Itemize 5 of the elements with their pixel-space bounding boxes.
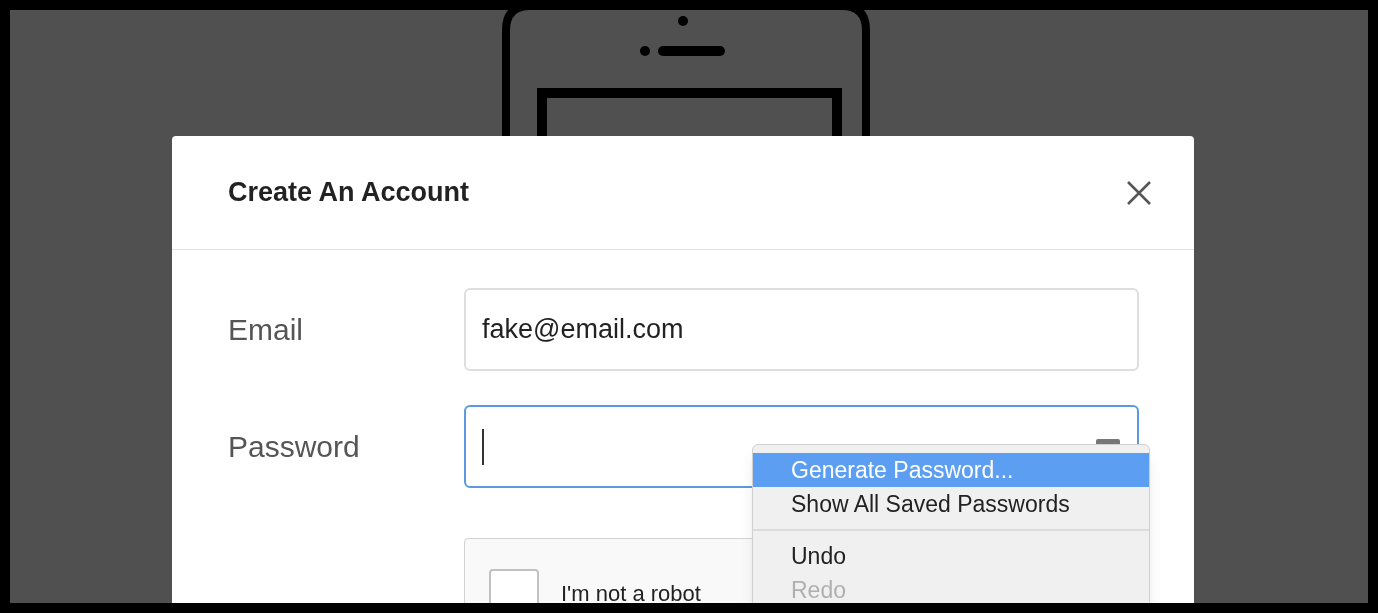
field-label: Password xyxy=(227,429,361,465)
field-label: Email xyxy=(227,312,304,348)
field-value: fake@email.com xyxy=(482,313,685,347)
dialog-title: Create An Account xyxy=(228,176,470,210)
captcha-label: I'm not a robot xyxy=(561,580,701,603)
